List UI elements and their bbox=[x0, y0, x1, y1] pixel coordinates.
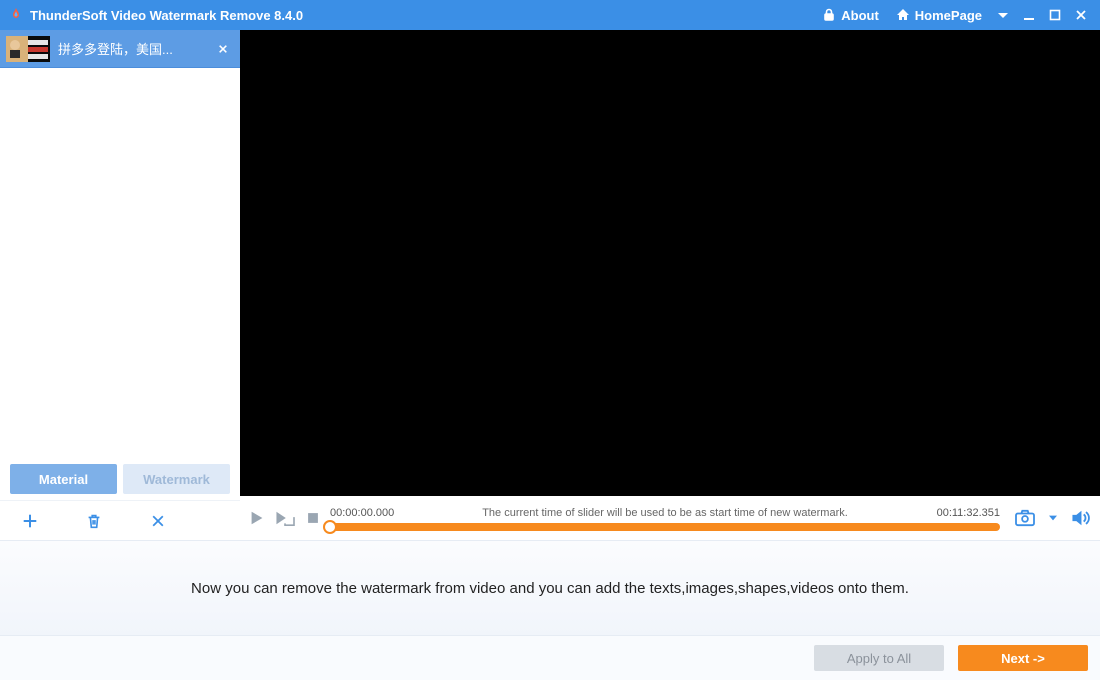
snapshot-button[interactable] bbox=[1014, 507, 1036, 529]
tab-watermark-label: Watermark bbox=[143, 472, 210, 487]
video-canvas[interactable] bbox=[240, 30, 1100, 496]
file-thumbnail bbox=[6, 36, 50, 62]
homepage-label: HomePage bbox=[915, 8, 982, 23]
tab-material-label: Material bbox=[39, 472, 88, 487]
sidebar: 拼多多登陆，美国... Material Watermark bbox=[0, 30, 240, 540]
menu-button[interactable] bbox=[990, 0, 1016, 30]
tab-watermark[interactable]: Watermark bbox=[123, 464, 230, 494]
volume-button[interactable] bbox=[1070, 507, 1092, 529]
about-label: About bbox=[841, 8, 879, 23]
file-remove-icon[interactable] bbox=[214, 41, 232, 57]
lock-icon bbox=[821, 7, 837, 23]
sidebar-tools bbox=[0, 500, 240, 540]
minimize-button[interactable] bbox=[1016, 0, 1042, 30]
app-title: ThunderSoft Video Watermark Remove 8.4.0 bbox=[30, 8, 303, 23]
app-icon bbox=[8, 7, 24, 23]
close-button[interactable] bbox=[1068, 0, 1094, 30]
clear-button[interactable] bbox=[146, 509, 170, 533]
apply-to-all-label: Apply to All bbox=[847, 651, 911, 666]
maximize-button[interactable] bbox=[1042, 0, 1068, 30]
homepage-button[interactable]: HomePage bbox=[887, 0, 990, 30]
timeline-hint: The current time of slider will be used … bbox=[420, 507, 910, 519]
play-button[interactable] bbox=[246, 507, 268, 529]
timeline-knob[interactable] bbox=[323, 520, 337, 534]
apply-to-all-button[interactable]: Apply to All bbox=[814, 645, 944, 671]
timeline: 00:00:00.000 The current time of slider … bbox=[330, 505, 1000, 531]
preview-area: 00:00:00.000 The current time of slider … bbox=[240, 30, 1100, 540]
step-button[interactable] bbox=[274, 507, 296, 529]
info-text: Now you can remove the watermark from vi… bbox=[191, 580, 909, 597]
file-item[interactable]: 拼多多登陆，美国... bbox=[0, 30, 240, 68]
file-list: 拼多多登陆，美国... bbox=[0, 30, 240, 464]
sidebar-tabs: Material Watermark bbox=[10, 464, 230, 494]
time-end: 00:11:32.351 bbox=[910, 507, 1000, 519]
titlebar: ThunderSoft Video Watermark Remove 8.4.0… bbox=[0, 0, 1100, 30]
time-start: 00:00:00.000 bbox=[330, 507, 420, 519]
info-strip: Now you can remove the watermark from vi… bbox=[0, 540, 1100, 636]
main-area: 拼多多登陆，美国... Material Watermark bbox=[0, 30, 1100, 540]
player-bar: 00:00:00.000 The current time of slider … bbox=[240, 496, 1100, 540]
timeline-track[interactable] bbox=[330, 523, 1000, 531]
player-right-tools bbox=[1014, 507, 1092, 529]
home-icon bbox=[895, 7, 911, 23]
snapshot-menu-icon[interactable] bbox=[1042, 507, 1064, 529]
next-label: Next -> bbox=[1001, 651, 1045, 666]
next-button[interactable]: Next -> bbox=[958, 645, 1088, 671]
tab-material[interactable]: Material bbox=[10, 464, 117, 494]
add-button[interactable] bbox=[18, 509, 42, 533]
delete-button[interactable] bbox=[82, 509, 106, 533]
stop-button[interactable] bbox=[302, 507, 324, 529]
button-row: Apply to All Next -> bbox=[0, 636, 1100, 680]
about-button[interactable]: About bbox=[813, 0, 887, 30]
file-name: 拼多多登陆，美国... bbox=[58, 39, 214, 58]
